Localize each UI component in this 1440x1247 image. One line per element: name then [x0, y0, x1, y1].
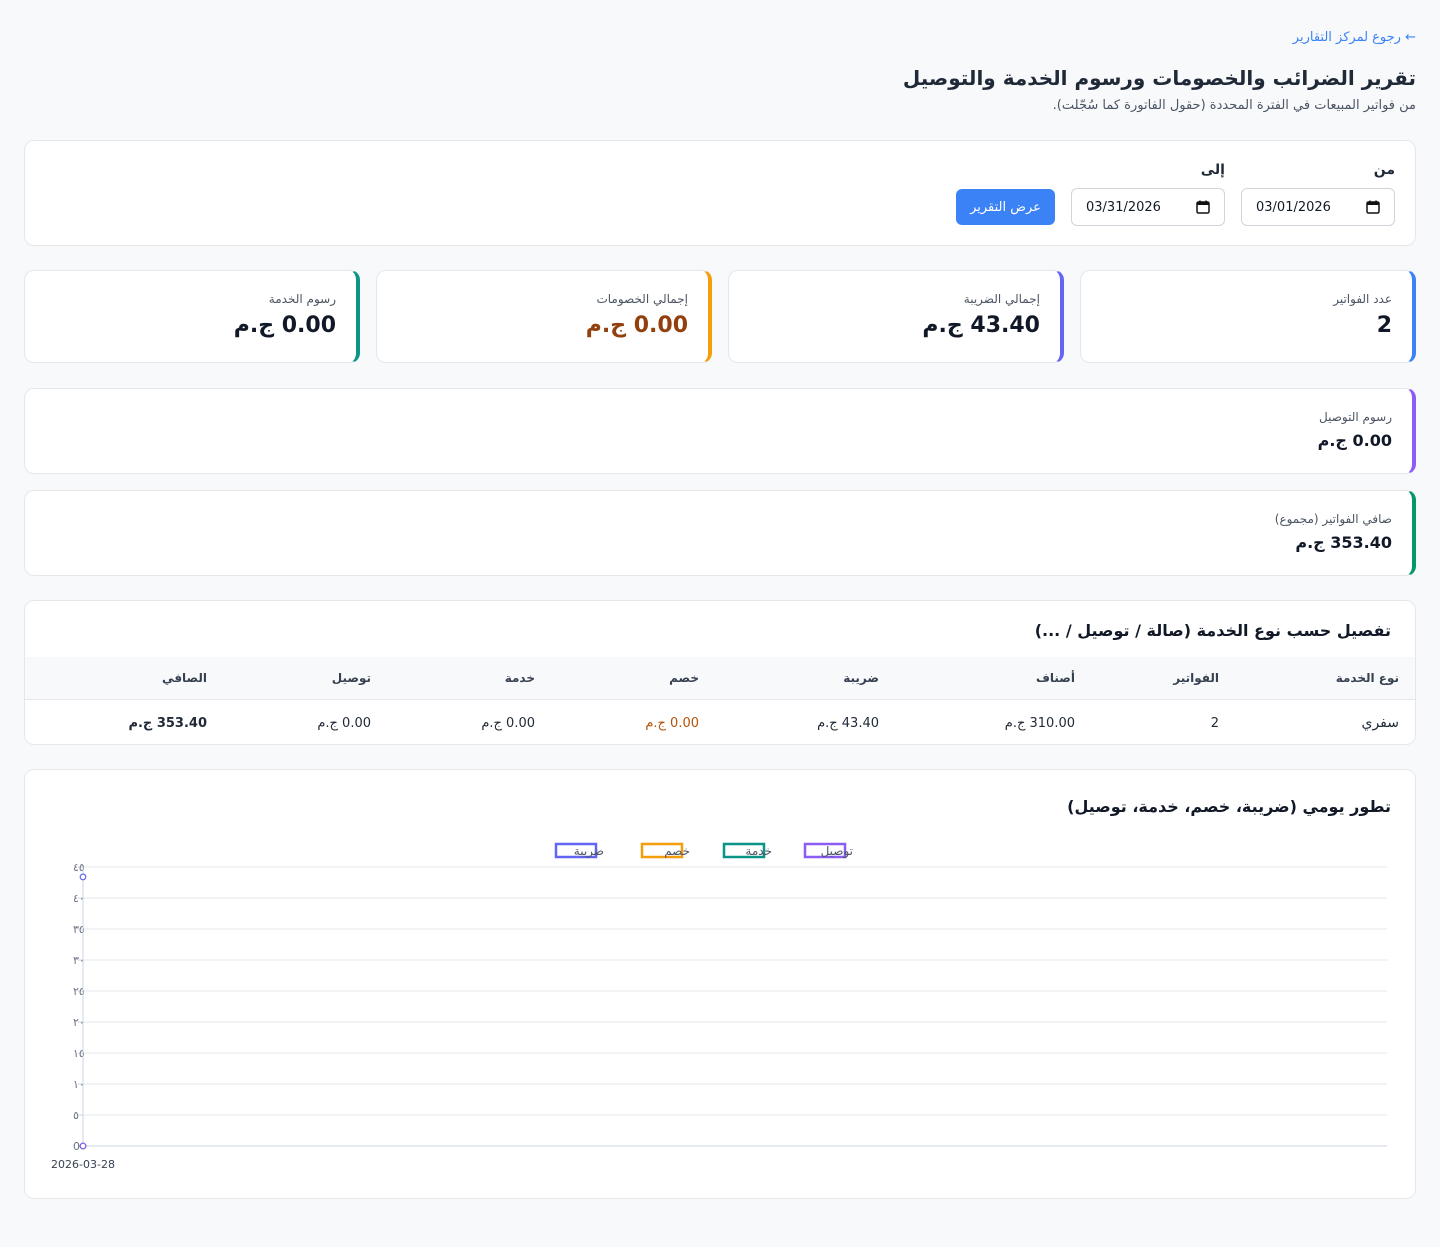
data-point: [79, 1142, 87, 1150]
legend-label: خصم: [664, 844, 690, 858]
stat-label: إجمالي الضريبة: [963, 292, 1040, 306]
stat-value: 0.00 ج.م: [233, 313, 336, 338]
to-label: إلى: [1200, 162, 1225, 178]
line-chart: 0٥١٠١٥٢٠٢٥٣٠٣٥٤٠٤٥2026-03-28ضريبة خصم خدمة…: [51, 842, 1387, 1171]
delivery-fees-card: رسوم التوصيل 0.00 ج.م: [24, 388, 1416, 474]
column-header: خدمة: [504, 671, 535, 685]
column-header: ضريبة: [843, 671, 879, 685]
stat-value: 2: [1376, 313, 1392, 338]
stat-label: صافي الفواتير (مجموع): [1274, 512, 1392, 526]
from-label: من: [1373, 162, 1395, 178]
page-title: تقرير الضرائب والخصومات ورسوم الخدمة وال…: [902, 66, 1416, 90]
section-title: تفصيل حسب نوع الخدمة (صالة / توصيل / ...…: [1034, 621, 1391, 640]
legend-label: ضريبة: [574, 844, 604, 859]
y-tick-label: 0: [73, 1140, 80, 1153]
stat-card-service-fees: رسوم الخدمة 0.00 ج.م: [24, 270, 360, 363]
table-cell: 43.40 ج.م: [817, 715, 879, 731]
table-cell: 0.00 ج.م: [645, 715, 699, 731]
calendar-icon[interactable]: [1366, 200, 1380, 214]
data-point: [79, 873, 87, 881]
from-date-input[interactable]: 03/01/2026: [1241, 188, 1395, 226]
stat-label: عدد الفواتير: [1333, 292, 1392, 306]
legend-label: خدمة: [745, 844, 772, 858]
x-tick-label: 2026-03-28: [51, 1158, 115, 1171]
column-header: خصم: [669, 671, 699, 685]
table-cell: 2: [1210, 715, 1219, 731]
column-header: الصافي: [162, 671, 207, 685]
filter-card: من 03/01/2026 إلى 03/31/2026 عرض التقرير: [24, 140, 1416, 246]
table-cell: سفري: [1361, 715, 1400, 731]
stat-label: رسوم الخدمة: [268, 292, 336, 306]
column-header: الفواتير: [1173, 671, 1219, 685]
table-cell: 0.00 ج.م: [317, 715, 371, 731]
stat-value: 353.40 ج.م: [1295, 533, 1392, 552]
column-header: نوع الخدمة: [1335, 671, 1399, 685]
stat-value: 0.00 ج.م: [585, 313, 688, 338]
table-header: نوع الخدمة الفواتير أصناف ضريبة خصم خدمة توصيل…: [25, 657, 1415, 700]
to-date-value: 03/31/2026: [1086, 199, 1161, 215]
stat-card-total-tax: إجمالي الضريبة 43.40 ج.م: [728, 270, 1064, 363]
stat-card-total-discounts: إجمالي الخصومات 0.00 ج.م: [376, 270, 712, 363]
daily-trend-chart-card: تطور يومي (ضريبة، خصم، خدمة، توصيل) 0 ٥ ١٠…: [24, 769, 1416, 1199]
from-date-value: 03/01/2026: [1256, 199, 1331, 215]
page-subtitle: من فواتير المبيعات في الفترة المحددة (حق…: [1052, 98, 1416, 113]
calendar-icon[interactable]: [1196, 200, 1210, 214]
net-invoices-card: صافي الفواتير (مجموع) 353.40 ج.م: [24, 490, 1416, 576]
table-row: سفري 2 310.00 ج.م 43.40 ج.م 0.00 ج.م 0.00 ج.م…: [25, 701, 1415, 744]
stat-value: 43.40 ج.م: [922, 313, 1040, 338]
stat-label: رسوم التوصيل: [1318, 410, 1392, 424]
table-cell: 0.00 ج.م: [481, 715, 535, 731]
column-header: توصيل: [331, 671, 371, 685]
service-type-breakdown-card: تفصيل حسب نوع الخدمة (صالة / توصيل / ...…: [24, 600, 1416, 745]
to-date-input[interactable]: 03/31/2026: [1071, 188, 1225, 226]
back-to-reports-link[interactable]: ← رجوع لمركز التقارير: [1293, 28, 1416, 48]
stat-card-invoice-count: عدد الفواتير 2: [1080, 270, 1416, 363]
table-cell: 353.40 ج.م: [128, 715, 207, 731]
show-report-button[interactable]: عرض التقرير: [956, 189, 1055, 225]
column-header: أصناف: [1035, 671, 1075, 685]
stat-label: إجمالي الخصومات: [596, 292, 688, 306]
legend-label: توصيل: [821, 844, 853, 859]
stat-value: 0.00 ج.م: [1317, 431, 1392, 450]
y-tick-label: ٥: [73, 1109, 79, 1122]
table-cell: 310.00 ج.م: [1004, 715, 1075, 731]
